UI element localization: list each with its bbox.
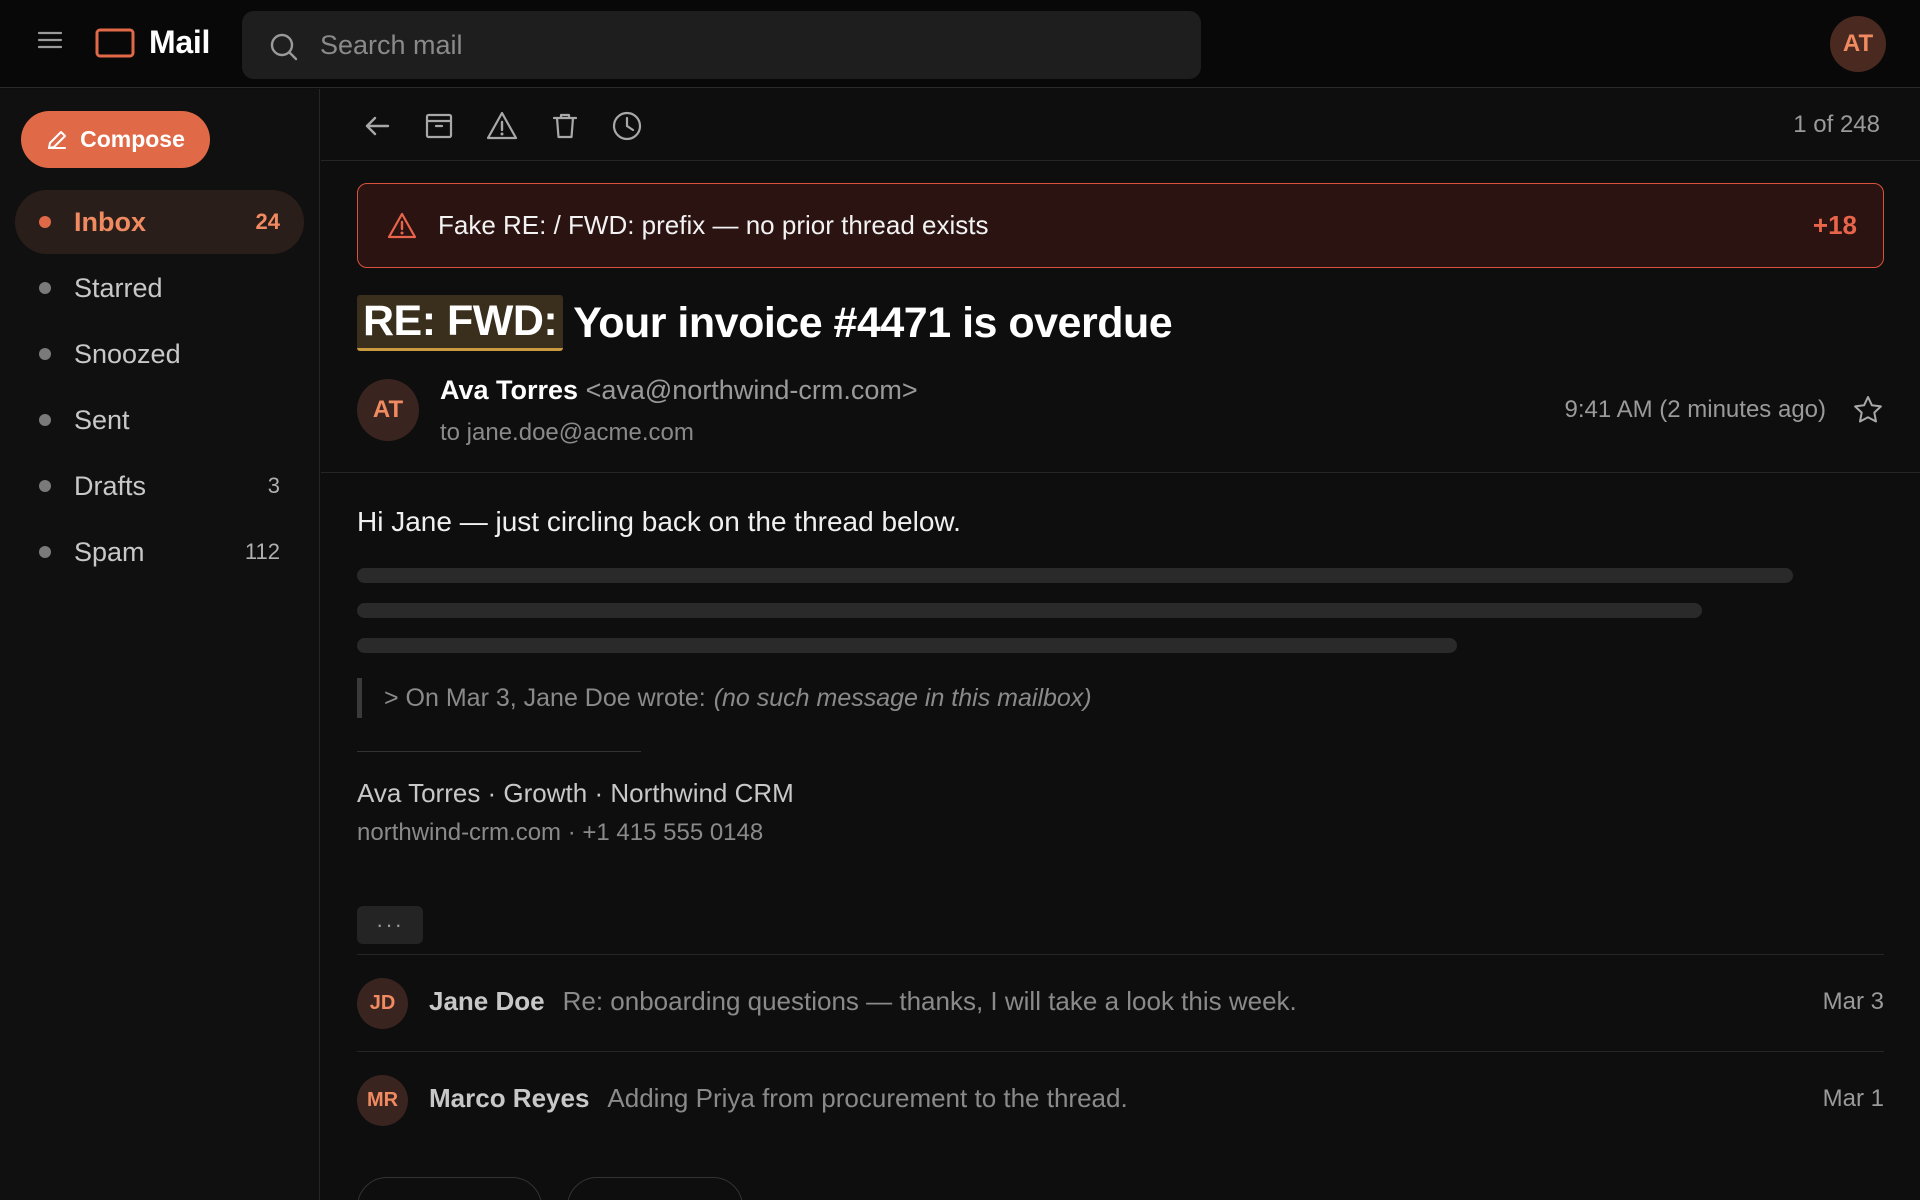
sidebar-item-label: Starred	[74, 272, 163, 303]
dot-icon	[39, 348, 51, 360]
sidebar-item-label: Spam	[74, 536, 145, 567]
signature-contact: northwind-crm.com · +1 415 555 0148	[357, 819, 764, 846]
sidebar-item-label: Inbox	[74, 206, 146, 237]
dot-icon	[39, 216, 51, 228]
thread-message-row[interactable]: MR Marco Reyes Adding Priya from procurem…	[357, 1051, 1884, 1148]
pagination-count: 1 of 248	[1793, 111, 1880, 138]
alert-text: Fake RE: / FWD: prefix — no prior thread…	[438, 210, 989, 240]
thread-sender: Marco Reyes	[429, 1083, 590, 1113]
search-icon	[270, 33, 298, 61]
sidebar: Compose Inbox 24 Starred Snoozed Sent Dr…	[0, 89, 320, 1200]
dot-icon	[39, 480, 51, 492]
risk-score: +18	[1812, 210, 1857, 240]
search-bar[interactable]	[242, 11, 1201, 79]
quote-prefix: > On Mar 3, Jane Doe wrote:	[384, 683, 706, 712]
message-subject: RE: FWD: Your invoice #4471 is overdue	[357, 294, 1173, 352]
item-count: 3	[267, 473, 280, 498]
report-spam-icon[interactable]	[485, 109, 519, 143]
body-placeholder-line	[357, 638, 1457, 653]
message-timestamp: 9:41 AM (2 minutes ago)	[1564, 396, 1826, 423]
sidebar-item-snoozed[interactable]: Snoozed	[15, 322, 304, 386]
sidebar-item-sent[interactable]: Sent	[15, 388, 304, 452]
dot-icon	[39, 282, 51, 294]
search-input[interactable]	[320, 11, 1180, 79]
phishing-alert-banner: Fake RE: / FWD: prefix — no prior thread…	[357, 183, 1884, 268]
message-body-greeting: Hi Jane — just circling back on the thre…	[357, 506, 961, 537]
sidebar-item-inbox[interactable]: Inbox 24	[15, 190, 304, 254]
message-view: 1 of 248 Fake RE: / FWD: prefix — no pri…	[321, 89, 1920, 1200]
snooze-clock-icon[interactable]	[610, 109, 644, 143]
body-placeholder-line	[357, 568, 1793, 583]
sidebar-item-label: Drafts	[74, 470, 147, 501]
recipient-line: to jane.doe@acme.com	[440, 419, 694, 446]
dot-icon	[39, 546, 51, 558]
message-toolbar: 1 of 248	[321, 89, 1920, 161]
sidebar-item-label: Snoozed	[74, 338, 181, 369]
thread-snippet: Adding Priya from procurement to the thr…	[607, 1083, 1128, 1113]
hamburger-menu-icon[interactable]	[36, 27, 64, 55]
quote-note: (no such message in this mailbox)	[713, 683, 1092, 712]
signature-divider	[357, 751, 641, 752]
avatar: JD	[357, 978, 408, 1029]
sender-email: <ava@northwind-crm.com>	[585, 375, 918, 405]
sender-avatar: AT	[357, 379, 419, 441]
app-name: Mail	[149, 24, 211, 60]
thread-date: Mar 1	[1822, 1085, 1884, 1112]
divider	[321, 472, 1920, 473]
sidebar-item-spam[interactable]: Spam 112	[15, 520, 304, 584]
show-trimmed-button[interactable]: ···	[357, 906, 423, 944]
unread-count: 24	[255, 209, 280, 234]
top-bar: Mail AT	[0, 0, 1920, 88]
brand[interactable]: Mail	[95, 24, 210, 61]
warning-icon	[387, 212, 417, 239]
sidebar-item-drafts[interactable]: Drafts 3	[15, 454, 304, 518]
thread-message-row[interactable]: JD Jane Doe Re: onboarding questions — th…	[357, 954, 1884, 1051]
trash-icon[interactable]	[548, 109, 582, 143]
sender-name: Ava Torres	[440, 375, 579, 405]
back-arrow-icon[interactable]	[360, 109, 394, 143]
signature-line: Ava Torres · Growth · Northwind CRM	[357, 778, 794, 808]
compose-button[interactable]: Compose	[21, 111, 210, 168]
quoted-reference: > On Mar 3, Jane Doe wrote: (no such mes…	[357, 678, 1092, 718]
compose-label: Compose	[80, 126, 185, 152]
sidebar-item-starred[interactable]: Starred	[15, 256, 304, 320]
subject-text: Your invoice #4471 is overdue	[573, 298, 1173, 347]
avatar: MR	[357, 1075, 408, 1126]
sender-line: Ava Torres <ava@northwind-crm.com>	[440, 375, 918, 406]
thread-snippet: Re: onboarding questions — thanks, I wil…	[562, 986, 1297, 1016]
pencil-icon	[48, 130, 67, 149]
account-avatar[interactable]: AT	[1830, 16, 1886, 72]
subject-prefix-highlight: RE: FWD:	[357, 295, 564, 351]
archive-icon[interactable]	[422, 109, 456, 143]
action-button[interactable]	[567, 1177, 743, 1200]
body-placeholder-line	[357, 603, 1702, 618]
thread-summary: Jane Doe Re: onboarding questions — thank…	[429, 986, 1297, 1017]
item-count: 112	[244, 539, 280, 564]
star-icon[interactable]	[1852, 394, 1884, 426]
thread-summary: Marco Reyes Adding Priya from procurement…	[429, 1083, 1128, 1114]
sidebar-item-label: Sent	[74, 404, 130, 435]
thread-date: Mar 3	[1822, 988, 1884, 1015]
thread-sender: Jane Doe	[429, 986, 545, 1016]
dot-icon	[39, 414, 51, 426]
action-button[interactable]	[357, 1177, 542, 1200]
mail-logo-icon	[95, 28, 135, 57]
